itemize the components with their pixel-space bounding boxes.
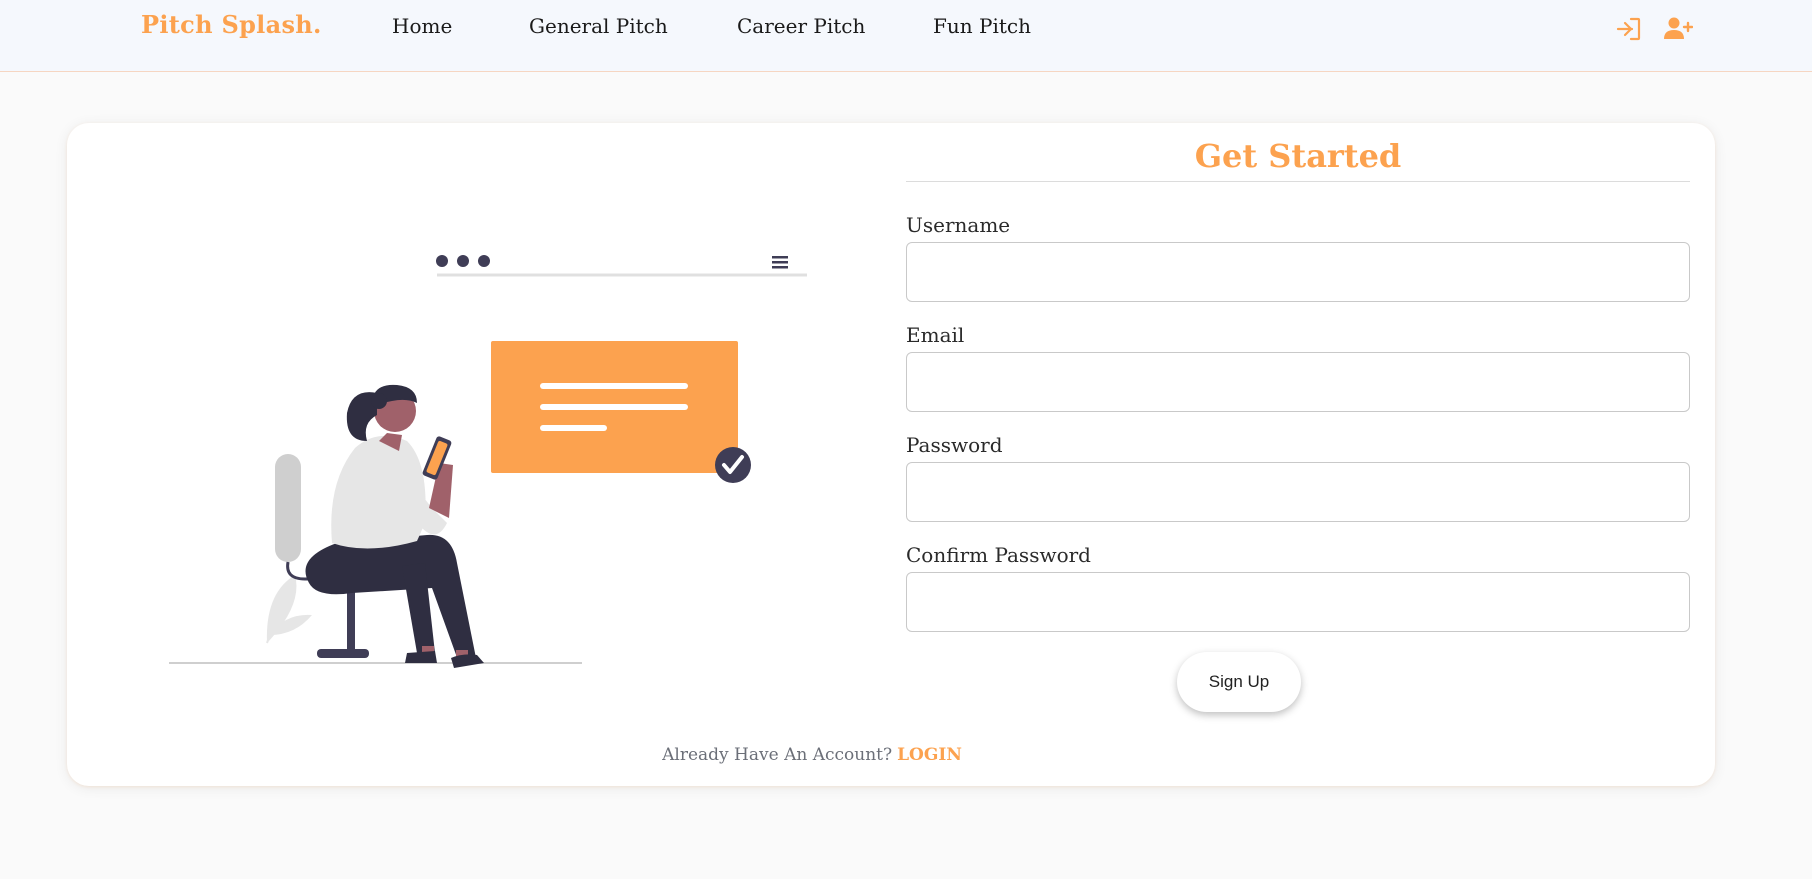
username-label: Username xyxy=(906,213,1011,237)
confirm-password-label: Confirm Password xyxy=(906,543,1091,567)
login-icon[interactable] xyxy=(1614,14,1644,44)
username-input[interactable] xyxy=(906,242,1690,302)
form-title: Get Started xyxy=(1194,137,1402,175)
signup-card: Get Started Username Email Password Conf… xyxy=(67,123,1715,786)
sign-up-button[interactable]: Sign Up xyxy=(1177,652,1301,712)
nav-link-career-pitch[interactable]: Career Pitch xyxy=(737,14,865,38)
email-input[interactable] xyxy=(906,352,1690,412)
login-link[interactable]: LOGIN xyxy=(897,745,962,765)
title-divider xyxy=(906,181,1690,182)
top-navbar: Pitch Splash. Home General Pitch Career … xyxy=(0,0,1812,72)
nav-link-home[interactable]: Home xyxy=(392,14,452,38)
password-label: Password xyxy=(906,433,1003,457)
login-prompt: Already Have An Account? LOGIN xyxy=(67,745,1557,765)
login-prompt-text: Already Have An Account? xyxy=(662,745,893,765)
nav-link-fun-pitch[interactable]: Fun Pitch xyxy=(933,14,1031,38)
user-plus-icon[interactable] xyxy=(1663,14,1694,44)
brand-logo[interactable]: Pitch Splash. xyxy=(141,10,322,39)
password-input[interactable] xyxy=(906,462,1690,522)
woman-phone-illustration xyxy=(169,255,807,668)
nav-link-general-pitch[interactable]: General Pitch xyxy=(529,14,668,38)
confirm-password-input[interactable] xyxy=(906,572,1690,632)
email-label: Email xyxy=(906,323,965,347)
